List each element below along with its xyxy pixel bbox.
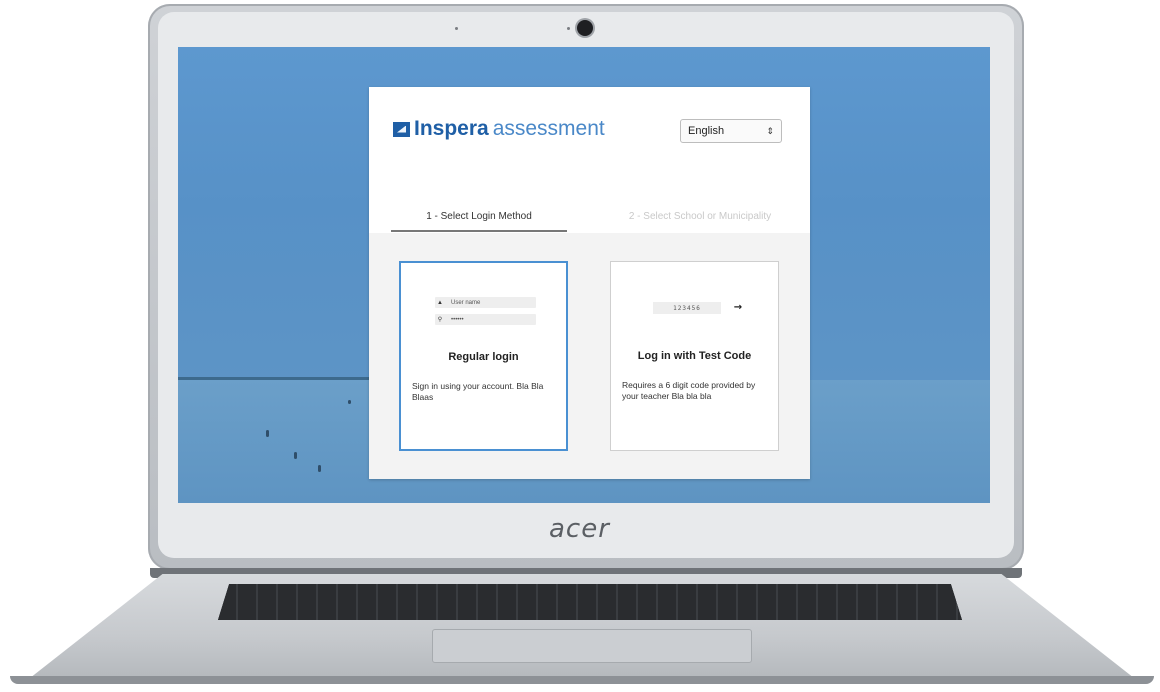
arrow-right-icon: → [733,302,743,313]
laptop: Inspera assessment English ⇕ 1 - Select … [0,0,1160,692]
inspera-logo-mark-icon [393,121,410,137]
username-field-preview: ▲ User name [435,297,536,308]
select-arrows-icon: ⇕ [766,125,774,136]
inspera-logo: Inspera assessment [393,117,605,141]
step-select-school[interactable]: 2 - Select School or Municipality [605,211,795,222]
sensor-dot [455,27,458,30]
trackpad [432,629,752,663]
password-field-preview: ⚲ •••••• [435,314,536,325]
background-figure [294,452,297,459]
step-select-login-method[interactable]: 1 - Select Login Method [391,211,567,222]
user-icon: ▲ [437,299,443,306]
active-step-underline [391,230,567,232]
test-code-login-title: Log in with Test Code [637,350,752,362]
password-placeholder: •••••• [451,316,464,323]
laptop-base-edge [10,676,1154,684]
test-code-field-preview: 123456 [653,302,721,314]
background-figure [318,465,321,472]
regular-login-title: Regular login [448,351,519,363]
sensor-dot [567,27,570,30]
test-code-login-option[interactable]: 123456 → Log in with Test Code Requires … [610,261,779,451]
test-code-login-description: Requires a 6 digit code provided by your… [622,380,756,401]
regular-login-option[interactable]: ▲ User name ⚲ •••••• Regular login Sign … [399,261,568,451]
language-select[interactable]: English ⇕ [680,119,782,143]
logo-text-strong: Inspera [414,117,489,140]
background-figure [266,430,269,437]
language-select-value: English [688,125,725,137]
acer-logo: acer [549,514,610,544]
regular-login-description: Sign in using your account. Bla Bla Blaa… [412,381,544,402]
background-figure [348,400,351,404]
logo-text-light: assessment [492,117,605,140]
username-placeholder: User name [451,299,481,306]
login-card: Inspera assessment English ⇕ 1 - Select … [369,87,810,479]
keyboard [218,584,962,620]
webcam [577,20,593,36]
key-icon: ⚲ [437,317,443,323]
